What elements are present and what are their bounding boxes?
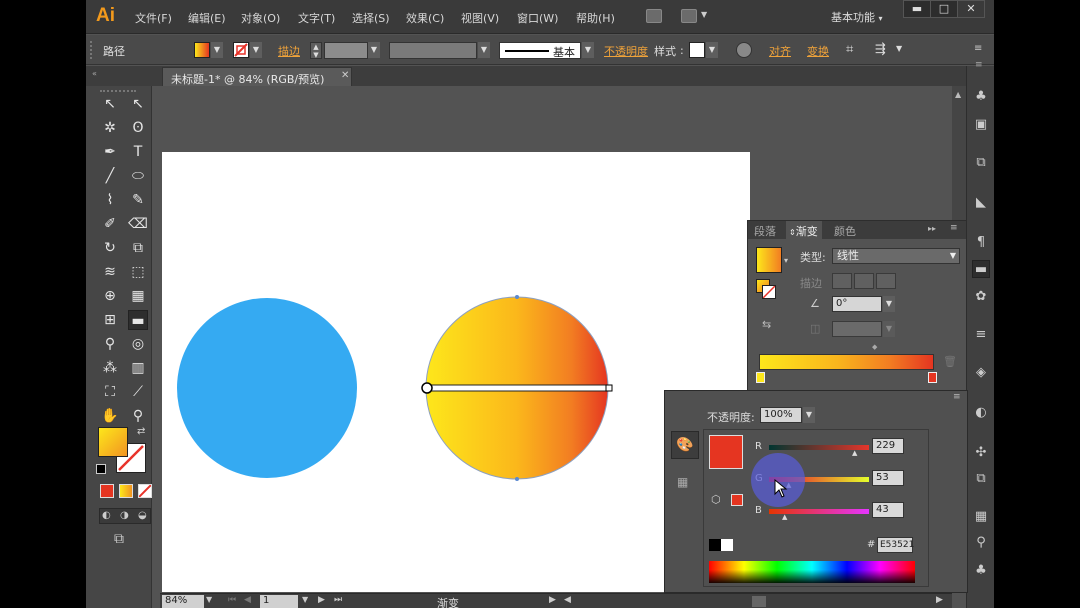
- status-bar: 84% ▼ ⏮ ◀ 1 ▼ ▶ ⏭ 渐变 ▶ ◀ ▶: [160, 593, 952, 608]
- mouse-pointer-icon: [774, 479, 788, 498]
- appearance-panel-icon[interactable]: ◐: [972, 404, 990, 422]
- stroke-along-button[interactable]: [854, 273, 874, 289]
- first-artboard-icon[interactable]: ⏮: [228, 595, 236, 605]
- b-slider-thumb[interactable]: ▲: [782, 513, 787, 521]
- panel-menu-icon[interactable]: ≡: [953, 392, 961, 402]
- color-spectrum[interactable]: [709, 561, 915, 583]
- chevron-down-icon[interactable]: ▼: [883, 296, 895, 312]
- stroke-gradient-label: 描边: [800, 277, 822, 290]
- opacity-input[interactable]: 100%: [760, 407, 802, 423]
- artboard-field[interactable]: 1: [260, 595, 298, 608]
- angle-input[interactable]: 0°: [832, 296, 882, 312]
- chevron-down-icon[interactable]: ▼: [206, 595, 212, 604]
- b-label: B: [755, 505, 762, 516]
- blue-circle[interactable]: [177, 298, 357, 478]
- anchor-point-top[interactable]: [515, 295, 519, 299]
- current-tool-label: 渐变: [437, 597, 459, 608]
- gradient-origin-handle[interactable]: [421, 382, 433, 394]
- stroke-within-button[interactable]: [832, 273, 852, 289]
- gradient-panel-tabs: 段落 ⇕渐变 颜色 ▸▸ ≡: [748, 221, 966, 239]
- symbols-library-icon[interactable]: ♣: [972, 562, 990, 580]
- current-color-swatch[interactable]: [709, 435, 743, 469]
- scroll-right-icon[interactable]: ▶: [936, 595, 943, 605]
- aspect-ratio-input[interactable]: [832, 321, 882, 337]
- next-artboard-icon[interactable]: ▶: [318, 595, 325, 605]
- midpoint-marker[interactable]: ◆: [872, 343, 877, 351]
- gradient-panel-icon[interactable]: ▬: [972, 260, 990, 278]
- gradient-end-handle[interactable]: [605, 384, 613, 392]
- anchor-point-bottom[interactable]: [515, 477, 519, 481]
- stroke-panel-icon[interactable]: ≡: [972, 326, 990, 344]
- symbols-panel-icon[interactable]: ♣: [972, 88, 990, 106]
- fill-stroke-mini-stroke[interactable]: [762, 285, 776, 299]
- panel-menu-icon[interactable]: ≡: [975, 60, 983, 70]
- tab-gradient[interactable]: ⇕渐变: [786, 221, 822, 239]
- expand-icon[interactable]: ▸▸: [928, 224, 936, 233]
- trash-icon[interactable]: 🗑: [943, 355, 957, 368]
- tab-paragraph[interactable]: 段落: [754, 223, 776, 239]
- chevron-down-icon: ▼: [949, 251, 956, 260]
- out-of-gamut-icon[interactable]: ⬡: [711, 493, 721, 506]
- panel-menu-icon[interactable]: ≡: [950, 223, 958, 233]
- angle-icon: ∠: [810, 297, 820, 310]
- swatches-grid-icon[interactable]: ▦: [677, 475, 688, 489]
- g-input[interactable]: 53: [872, 470, 904, 486]
- color-guide-panel-icon[interactable]: ✿: [972, 288, 990, 306]
- gradient-type-value: 线性: [837, 249, 859, 262]
- reverse-gradient-icon[interactable]: ⇆: [762, 318, 771, 331]
- black-swatch[interactable]: [709, 539, 721, 551]
- status-menu-icon[interactable]: ▶: [549, 595, 556, 605]
- brushes-panel-icon[interactable]: ✣: [972, 444, 990, 462]
- tab-gradient-label: 渐变: [795, 225, 818, 238]
- scroll-left-icon[interactable]: ◀: [564, 595, 571, 605]
- white-swatch[interactable]: [721, 539, 733, 551]
- opacity-label: 不透明度:: [707, 411, 755, 424]
- r-label: R: [755, 441, 762, 452]
- horizontal-scroll-thumb[interactable]: [752, 596, 766, 607]
- gradient-type-select[interactable]: 线性 ▼: [832, 248, 960, 264]
- layers-panel-icon[interactable]: ◈: [972, 364, 990, 382]
- transparency-panel-icon[interactable]: ◣: [972, 194, 990, 212]
- align-panel-icon[interactable]: ⚲: [972, 534, 990, 552]
- b-input[interactable]: 43: [872, 502, 904, 518]
- paragraph-panel-icon[interactable]: ¶: [972, 234, 990, 252]
- color-panel: ≡ 不透明度: 100% ▼ 🎨 ▦ R ▲ 229 G ▲ 53 B ▲ 43…: [664, 390, 968, 593]
- hex-symbol: #: [867, 539, 876, 550]
- gradient-type-label: 类型:: [800, 251, 826, 264]
- prev-artboard-icon[interactable]: ◀: [244, 595, 251, 605]
- chevron-down-icon[interactable]: ▼: [803, 407, 815, 423]
- gradient-panel: 段落 ⇕渐变 颜色 ▸▸ ≡ ▾ 类型: 线性 ▼ 描边 ∠ 0° ▼ ⇆ ◫ ▼…: [747, 220, 967, 400]
- scroll-up-icon[interactable]: ▲: [955, 90, 961, 99]
- hex-input[interactable]: E53521: [877, 537, 914, 553]
- aspect-ratio-icon: ◫: [810, 322, 821, 335]
- artboards-panel-icon[interactable]: ⧉: [972, 154, 990, 172]
- chevron-down-icon[interactable]: ▾: [784, 256, 788, 265]
- r-slider-thumb[interactable]: ▲: [852, 449, 857, 457]
- sort-icon: ⇕: [789, 228, 796, 237]
- color-palette-icon[interactable]: 🎨: [671, 431, 699, 459]
- gradient-slider[interactable]: [759, 354, 934, 370]
- stroke-across-button[interactable]: [876, 273, 896, 289]
- swatches-panel-icon[interactable]: ⧉: [972, 470, 990, 488]
- graphic-styles-panel-icon[interactable]: ▣: [972, 116, 990, 134]
- panel-dock: ≡ ♣ ▣ ⧉ ◣ ¶ ▬ ✿ ≡ ◈ ◐ ✣ ⧉ ▦ ⚲ ♣: [966, 60, 994, 608]
- chevron-down-icon[interactable]: ▼: [883, 321, 895, 337]
- last-artboard-icon[interactable]: ⏭: [334, 595, 342, 605]
- gradient-stop-right[interactable]: [928, 372, 937, 383]
- fill-color-box[interactable]: [98, 427, 128, 457]
- chevron-down-icon[interactable]: ▼: [302, 595, 308, 604]
- illustrator-window: Ai 文件(F) 编辑(E) 对象(O) 文字(T) 选择(S) 效果(C) 视…: [86, 0, 994, 608]
- r-input[interactable]: 229: [872, 438, 904, 454]
- web-safe-color-swatch[interactable]: [731, 494, 743, 506]
- gradient-annotator-bar[interactable]: [426, 384, 610, 392]
- gradient-stop-left[interactable]: [756, 372, 765, 383]
- grid-panel-icon[interactable]: ▦: [972, 508, 990, 526]
- tab-color[interactable]: 颜色: [834, 223, 856, 239]
- gradient-preview-swatch[interactable]: [756, 247, 782, 273]
- zoom-field[interactable]: 84%: [162, 595, 204, 608]
